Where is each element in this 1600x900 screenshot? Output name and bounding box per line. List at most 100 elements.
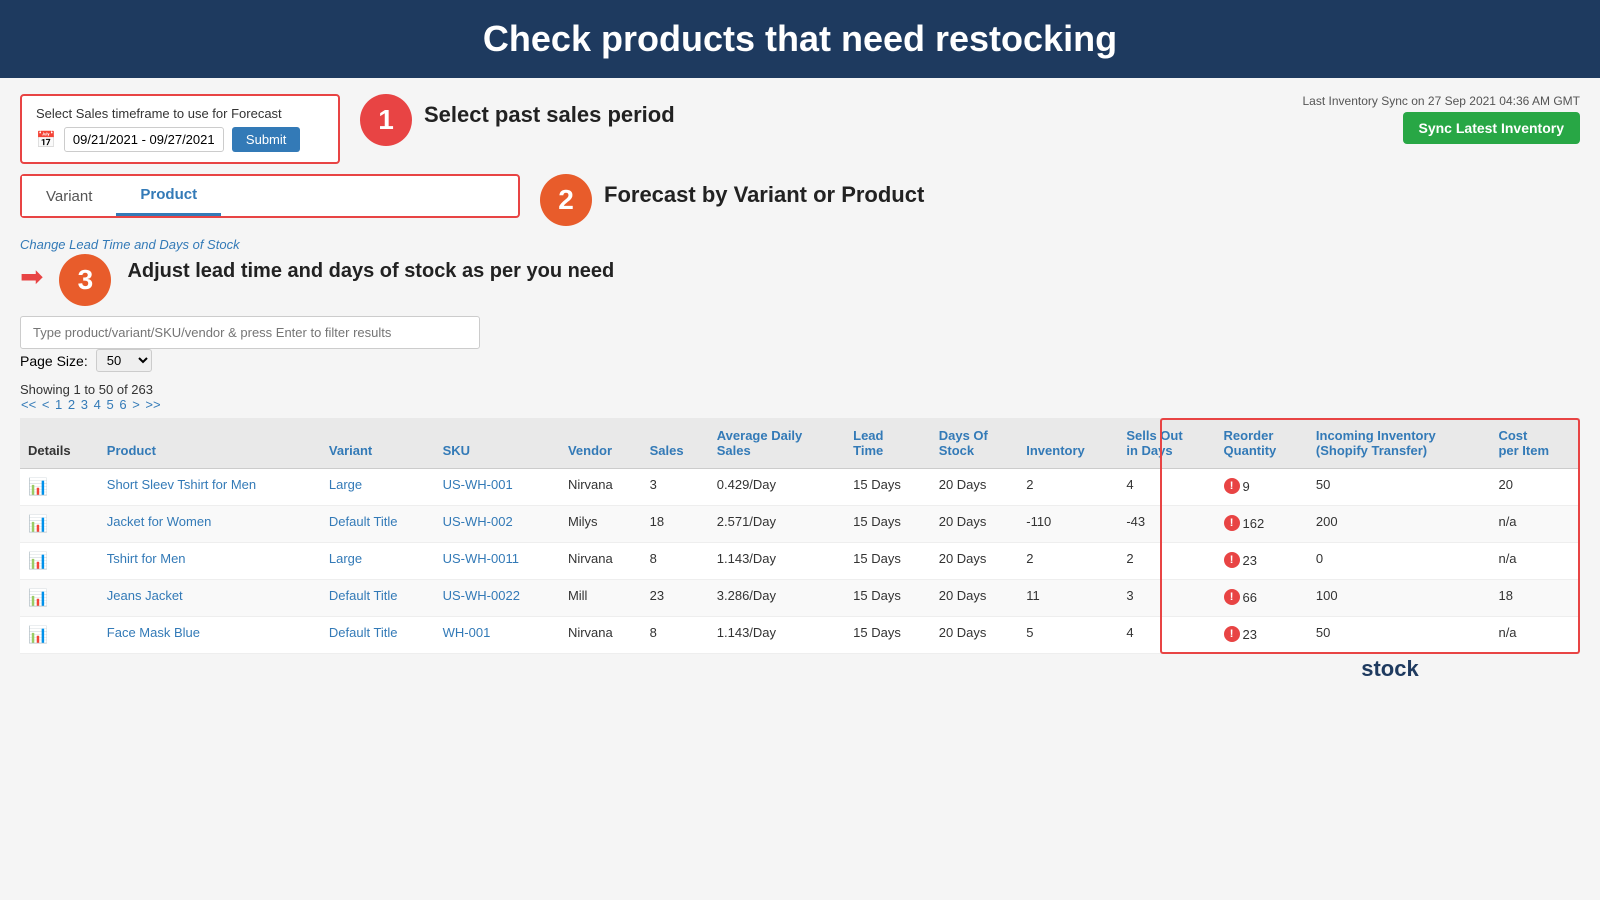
product-link-0[interactable]: Short Sleev Tshirt for Men [107, 477, 256, 492]
th-variant: Variant [321, 418, 435, 469]
pagination-1[interactable]: 1 [55, 397, 62, 412]
pagination-last[interactable]: >> [145, 397, 160, 412]
cell-sku-1: US-WH-002 [435, 506, 560, 543]
cell-incoming-0: 50 [1308, 469, 1491, 506]
cell-sales-0: 3 [642, 469, 709, 506]
cell-inventory-4: 5 [1018, 617, 1118, 654]
pagination-3[interactable]: 3 [81, 397, 88, 412]
page-size-select[interactable]: 50 25 100 [96, 349, 152, 372]
th-sku: SKU [435, 418, 560, 469]
cell-details-2[interactable]: 📊 [20, 543, 99, 580]
sku-link-4[interactable]: WH-001 [443, 625, 491, 640]
cell-avg-daily-4: 1.143/Day [709, 617, 845, 654]
pagination-6[interactable]: 6 [119, 397, 126, 412]
cell-product-1: Jacket for Women [99, 506, 321, 543]
badge-2: 2 [540, 174, 592, 226]
cell-days-stock-4: 20 Days [931, 617, 1019, 654]
cell-sales-1: 18 [642, 506, 709, 543]
chart-icon-0[interactable]: 📊 [28, 479, 48, 496]
sku-link-2[interactable]: US-WH-0011 [443, 551, 519, 566]
variant-link-1[interactable]: Default Title [329, 514, 398, 529]
cell-cost-1: n/a [1490, 506, 1580, 543]
sku-link-1[interactable]: US-WH-002 [443, 514, 513, 529]
cell-lead-time-3: 15 Days [845, 580, 931, 617]
pagination-next[interactable]: > [132, 397, 140, 412]
pagination-5[interactable]: 5 [106, 397, 113, 412]
cell-details-3[interactable]: 📊 [20, 580, 99, 617]
product-link-4[interactable]: Face Mask Blue [107, 625, 200, 640]
cell-lead-time-1: 15 Days [845, 506, 931, 543]
sync-info-text: Last Inventory Sync on 27 Sep 2021 04:36… [1303, 94, 1581, 108]
cell-avg-daily-0: 0.429/Day [709, 469, 845, 506]
cell-incoming-1: 200 [1308, 506, 1491, 543]
cell-days-stock-1: 20 Days [931, 506, 1019, 543]
cell-details-1[interactable]: 📊 [20, 506, 99, 543]
reorder-badge-3: ! 66 [1224, 589, 1257, 605]
cell-sku-2: US-WH-0011 [435, 543, 560, 580]
cell-cost-2: n/a [1490, 543, 1580, 580]
tab-product[interactable]: Product [116, 176, 221, 216]
pagination-2[interactable]: 2 [68, 397, 75, 412]
cell-vendor-4: Nirvana [560, 617, 642, 654]
cell-details-0[interactable]: 📊 [20, 469, 99, 506]
tab-variant[interactable]: Variant [22, 176, 116, 216]
cell-reorder-4: ! 23 [1216, 617, 1308, 654]
table-row: 📊 Jacket for Women Default Title US-WH-0… [20, 506, 1580, 543]
reorder-icon-2: ! [1224, 552, 1240, 568]
cell-variant-0: Large [321, 469, 435, 506]
cell-lead-time-4: 15 Days [845, 617, 931, 654]
tabs-box: Variant Product [20, 174, 520, 218]
page-header: Check products that need restocking [0, 0, 1600, 78]
reorder-icon-4: ! [1224, 626, 1240, 642]
sku-link-3[interactable]: US-WH-0022 [443, 588, 520, 603]
variant-link-2[interactable]: Large [329, 551, 362, 566]
pagination-first[interactable]: << [21, 397, 36, 412]
pagination[interactable]: << < 1 2 3 4 5 6 > >> [20, 397, 1580, 412]
cell-sku-0: US-WH-001 [435, 469, 560, 506]
cell-sells-out-2: 2 [1118, 543, 1215, 580]
cell-vendor-0: Nirvana [560, 469, 642, 506]
cell-avg-daily-1: 2.571/Day [709, 506, 845, 543]
th-avg-daily: Average DailySales [709, 418, 845, 469]
chart-icon-4[interactable]: 📊 [28, 627, 48, 644]
chart-icon-2[interactable]: 📊 [28, 553, 48, 570]
cell-details-4[interactable]: 📊 [20, 617, 99, 654]
cell-product-0: Short Sleev Tshirt for Men [99, 469, 321, 506]
cell-incoming-4: 50 [1308, 617, 1491, 654]
product-link-1[interactable]: Jacket for Women [107, 514, 212, 529]
tabs-section: Variant Product 2 Forecast by Variant or… [20, 174, 1580, 226]
calendar-icon: 📅 [36, 130, 56, 150]
cell-inventory-0: 2 [1018, 469, 1118, 506]
product-link-2[interactable]: Tshirt for Men [107, 551, 186, 566]
cell-sells-out-0: 4 [1118, 469, 1215, 506]
th-product: Product [99, 418, 321, 469]
cell-sales-4: 8 [642, 617, 709, 654]
cell-lead-time-2: 15 Days [845, 543, 931, 580]
submit-button[interactable]: Submit [232, 127, 300, 152]
date-input[interactable] [64, 127, 224, 152]
annotation-1-text: Select past sales period [424, 94, 675, 128]
table-row: 📊 Face Mask Blue Default Title WH-001 Ni… [20, 617, 1580, 654]
th-lead-time: LeadTime [845, 418, 931, 469]
search-input[interactable] [20, 316, 480, 349]
variant-link-4[interactable]: Default Title [329, 625, 398, 640]
chart-icon-3[interactable]: 📊 [28, 590, 48, 607]
cell-inventory-2: 2 [1018, 543, 1118, 580]
cell-sku-4: WH-001 [435, 617, 560, 654]
reorder-badge-4: ! 23 [1224, 626, 1257, 642]
sync-button[interactable]: Sync Latest Inventory [1403, 112, 1581, 144]
cell-variant-2: Large [321, 543, 435, 580]
variant-link-3[interactable]: Default Title [329, 588, 398, 603]
cell-days-stock-2: 20 Days [931, 543, 1019, 580]
annotation-2-text: Forecast by Variant or Product [604, 174, 924, 208]
variant-link-0[interactable]: Large [329, 477, 362, 492]
lead-time-link[interactable]: Change Lead Time and Days of Stock [20, 237, 240, 252]
pagination-prev[interactable]: < [42, 397, 50, 412]
sku-link-0[interactable]: US-WH-001 [443, 477, 513, 492]
th-cost: Costper Item [1490, 418, 1580, 469]
cell-sales-2: 8 [642, 543, 709, 580]
th-sells-out: Sells Outin Days [1118, 418, 1215, 469]
pagination-4[interactable]: 4 [94, 397, 101, 412]
product-link-3[interactable]: Jeans Jacket [107, 588, 183, 603]
chart-icon-1[interactable]: 📊 [28, 516, 48, 533]
